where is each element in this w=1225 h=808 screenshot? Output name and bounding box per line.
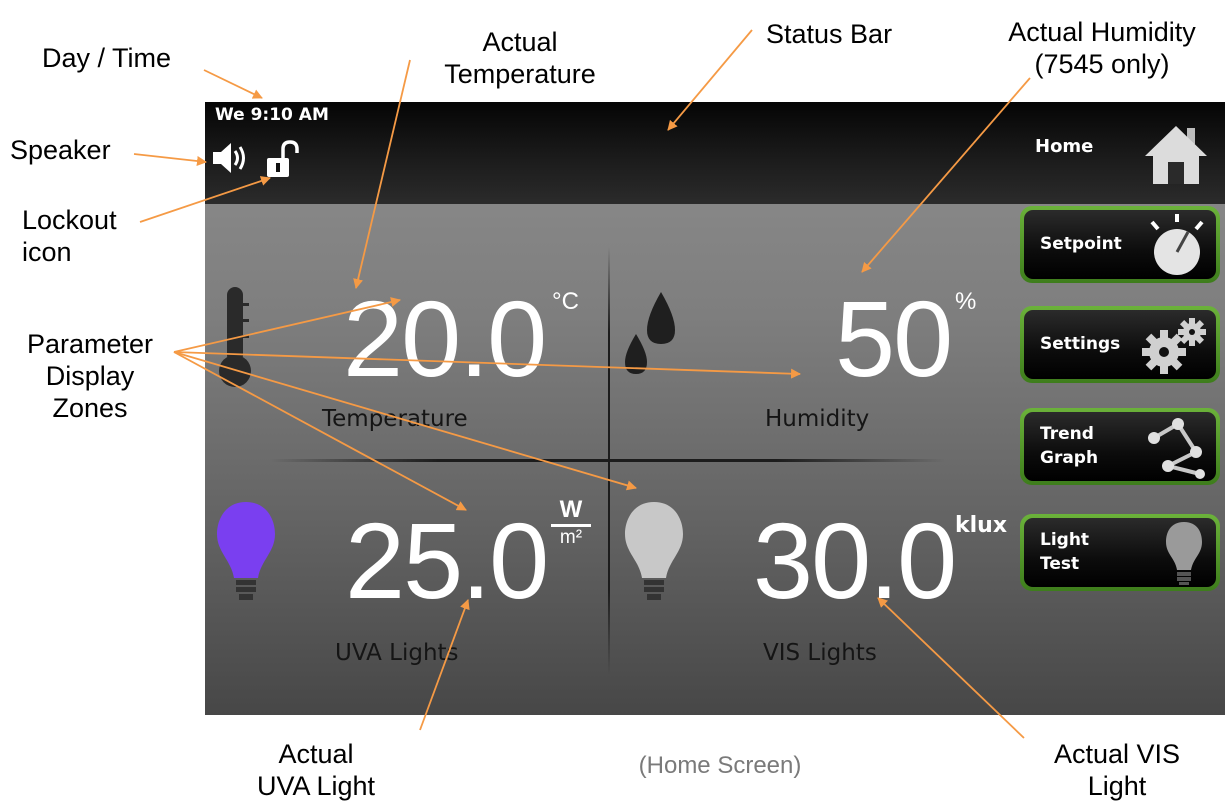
arrow-zone-humidity [173,351,801,379]
arrow-actual-temperature [353,59,411,289]
arrow-day-time [203,69,263,99]
arrow-actual-humidity [861,77,1031,273]
arrow-status-bar [667,29,753,131]
arrow-actual-vis-light [877,597,1025,739]
arrow-zone-uva [173,351,467,511]
arrow-lockout-icon [139,176,271,223]
callout-arrows [133,29,1031,739]
arrow-actual-uva-light [419,599,470,731]
arrow-zone-temperature [173,297,401,353]
arrow-zone-vis [173,351,637,491]
arrow-speaker [133,153,207,166]
